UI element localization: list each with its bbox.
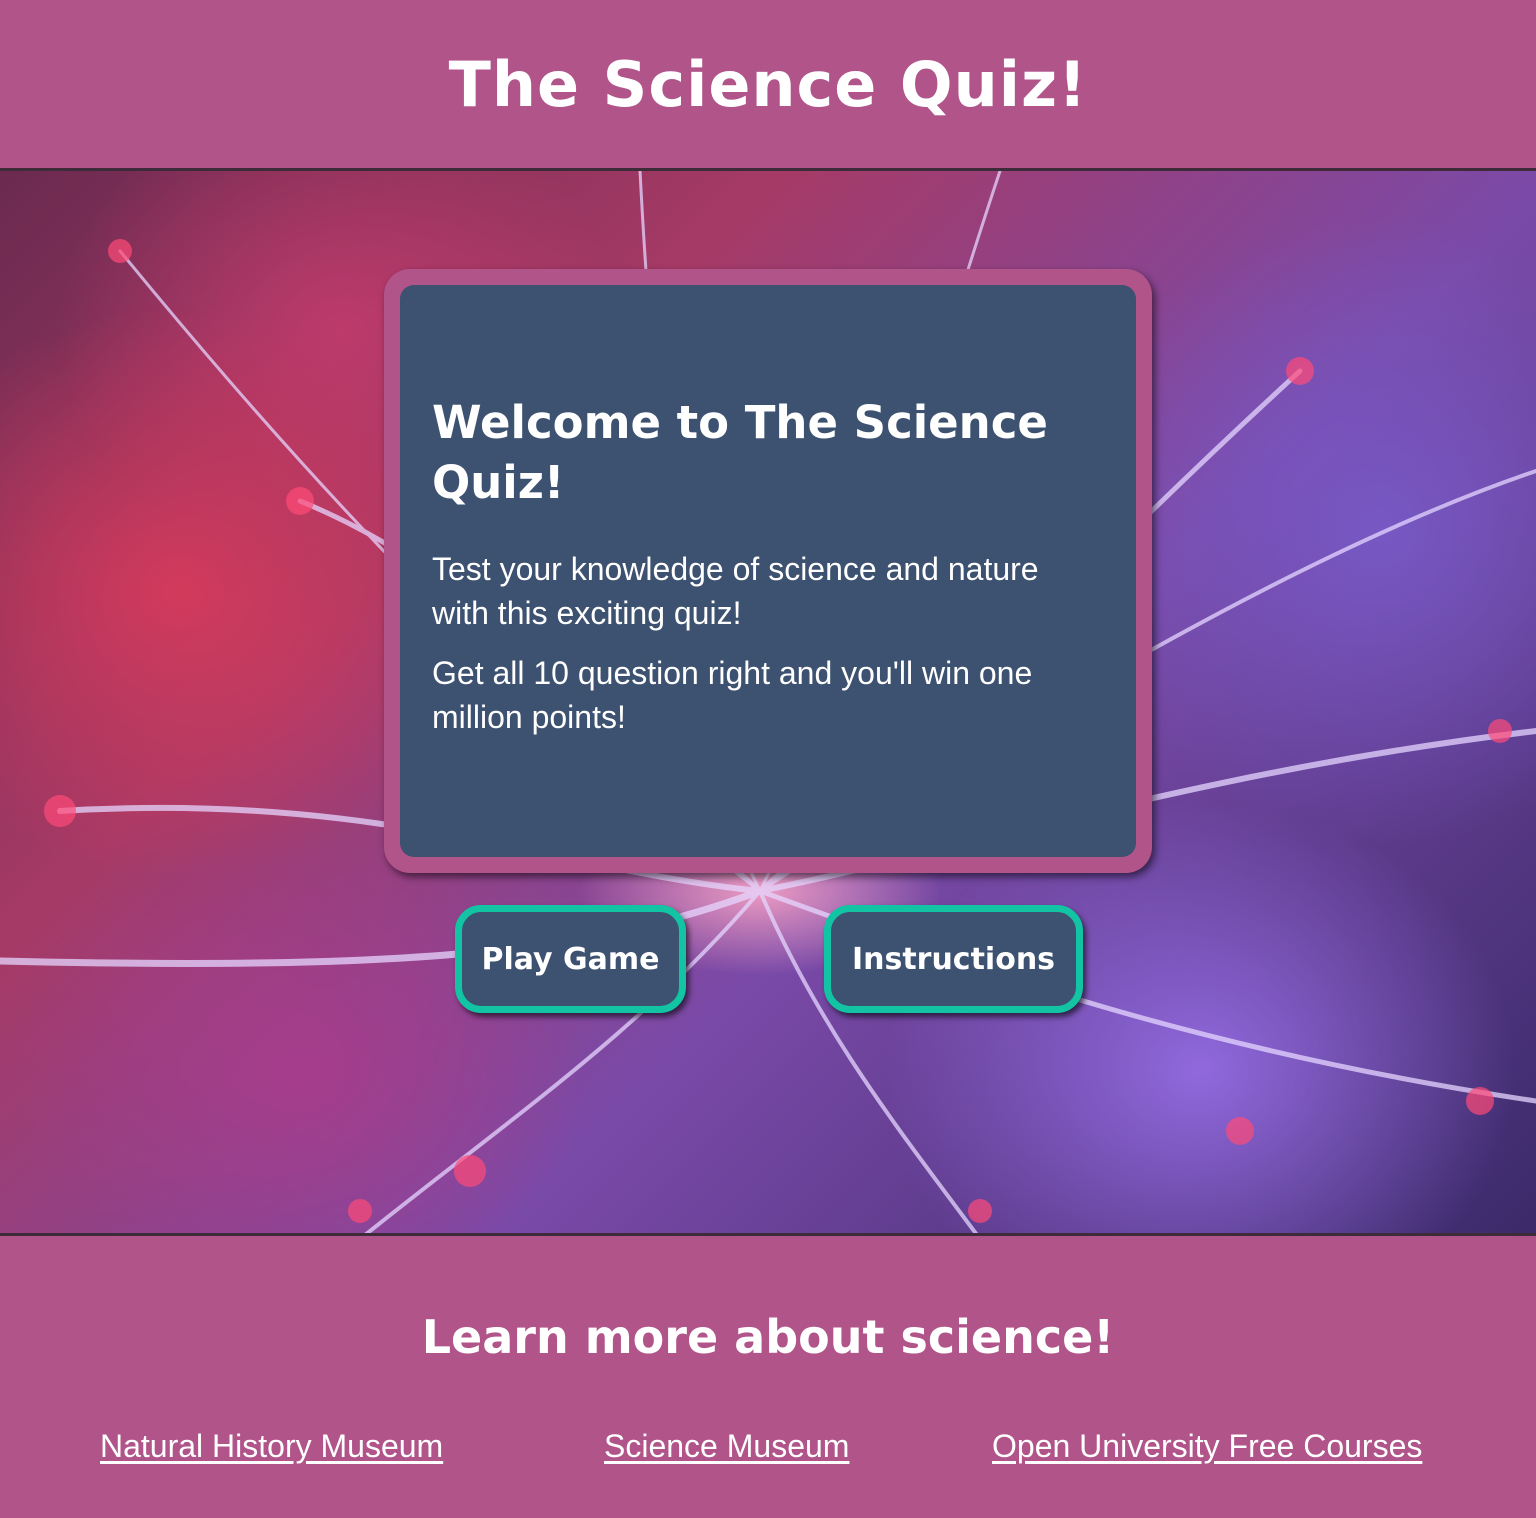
welcome-card: Welcome to The Science Quiz! Test your k… (384, 269, 1152, 873)
welcome-prize-text: Get all 10 question right and you'll win… (432, 655, 1033, 735)
open-university-link[interactable]: Open University Free Courses (992, 1428, 1422, 1465)
footer-heading: Learn more about science! (421, 1310, 1115, 1364)
natural-history-museum-link[interactable]: Natural History Museum (100, 1428, 443, 1465)
instructions-button[interactable]: Instructions (824, 905, 1083, 1013)
hero-section: Welcome to The Science Quiz! Test your k… (0, 168, 1536, 1236)
science-museum-link[interactable]: Science Museum (604, 1428, 849, 1465)
site-footer: Learn more about science! Natural Histor… (0, 1236, 1536, 1518)
site-header: The Science Quiz! (0, 0, 1536, 168)
welcome-card-content: Welcome to The Science Quiz! Test your k… (400, 285, 1136, 857)
play-game-button[interactable]: Play Game (455, 905, 686, 1013)
welcome-description: Test your knowledge of science and natur… (432, 551, 1039, 631)
welcome-heading: Welcome to The Science Quiz! (432, 396, 1048, 509)
site-title: The Science Quiz! (448, 47, 1088, 121)
